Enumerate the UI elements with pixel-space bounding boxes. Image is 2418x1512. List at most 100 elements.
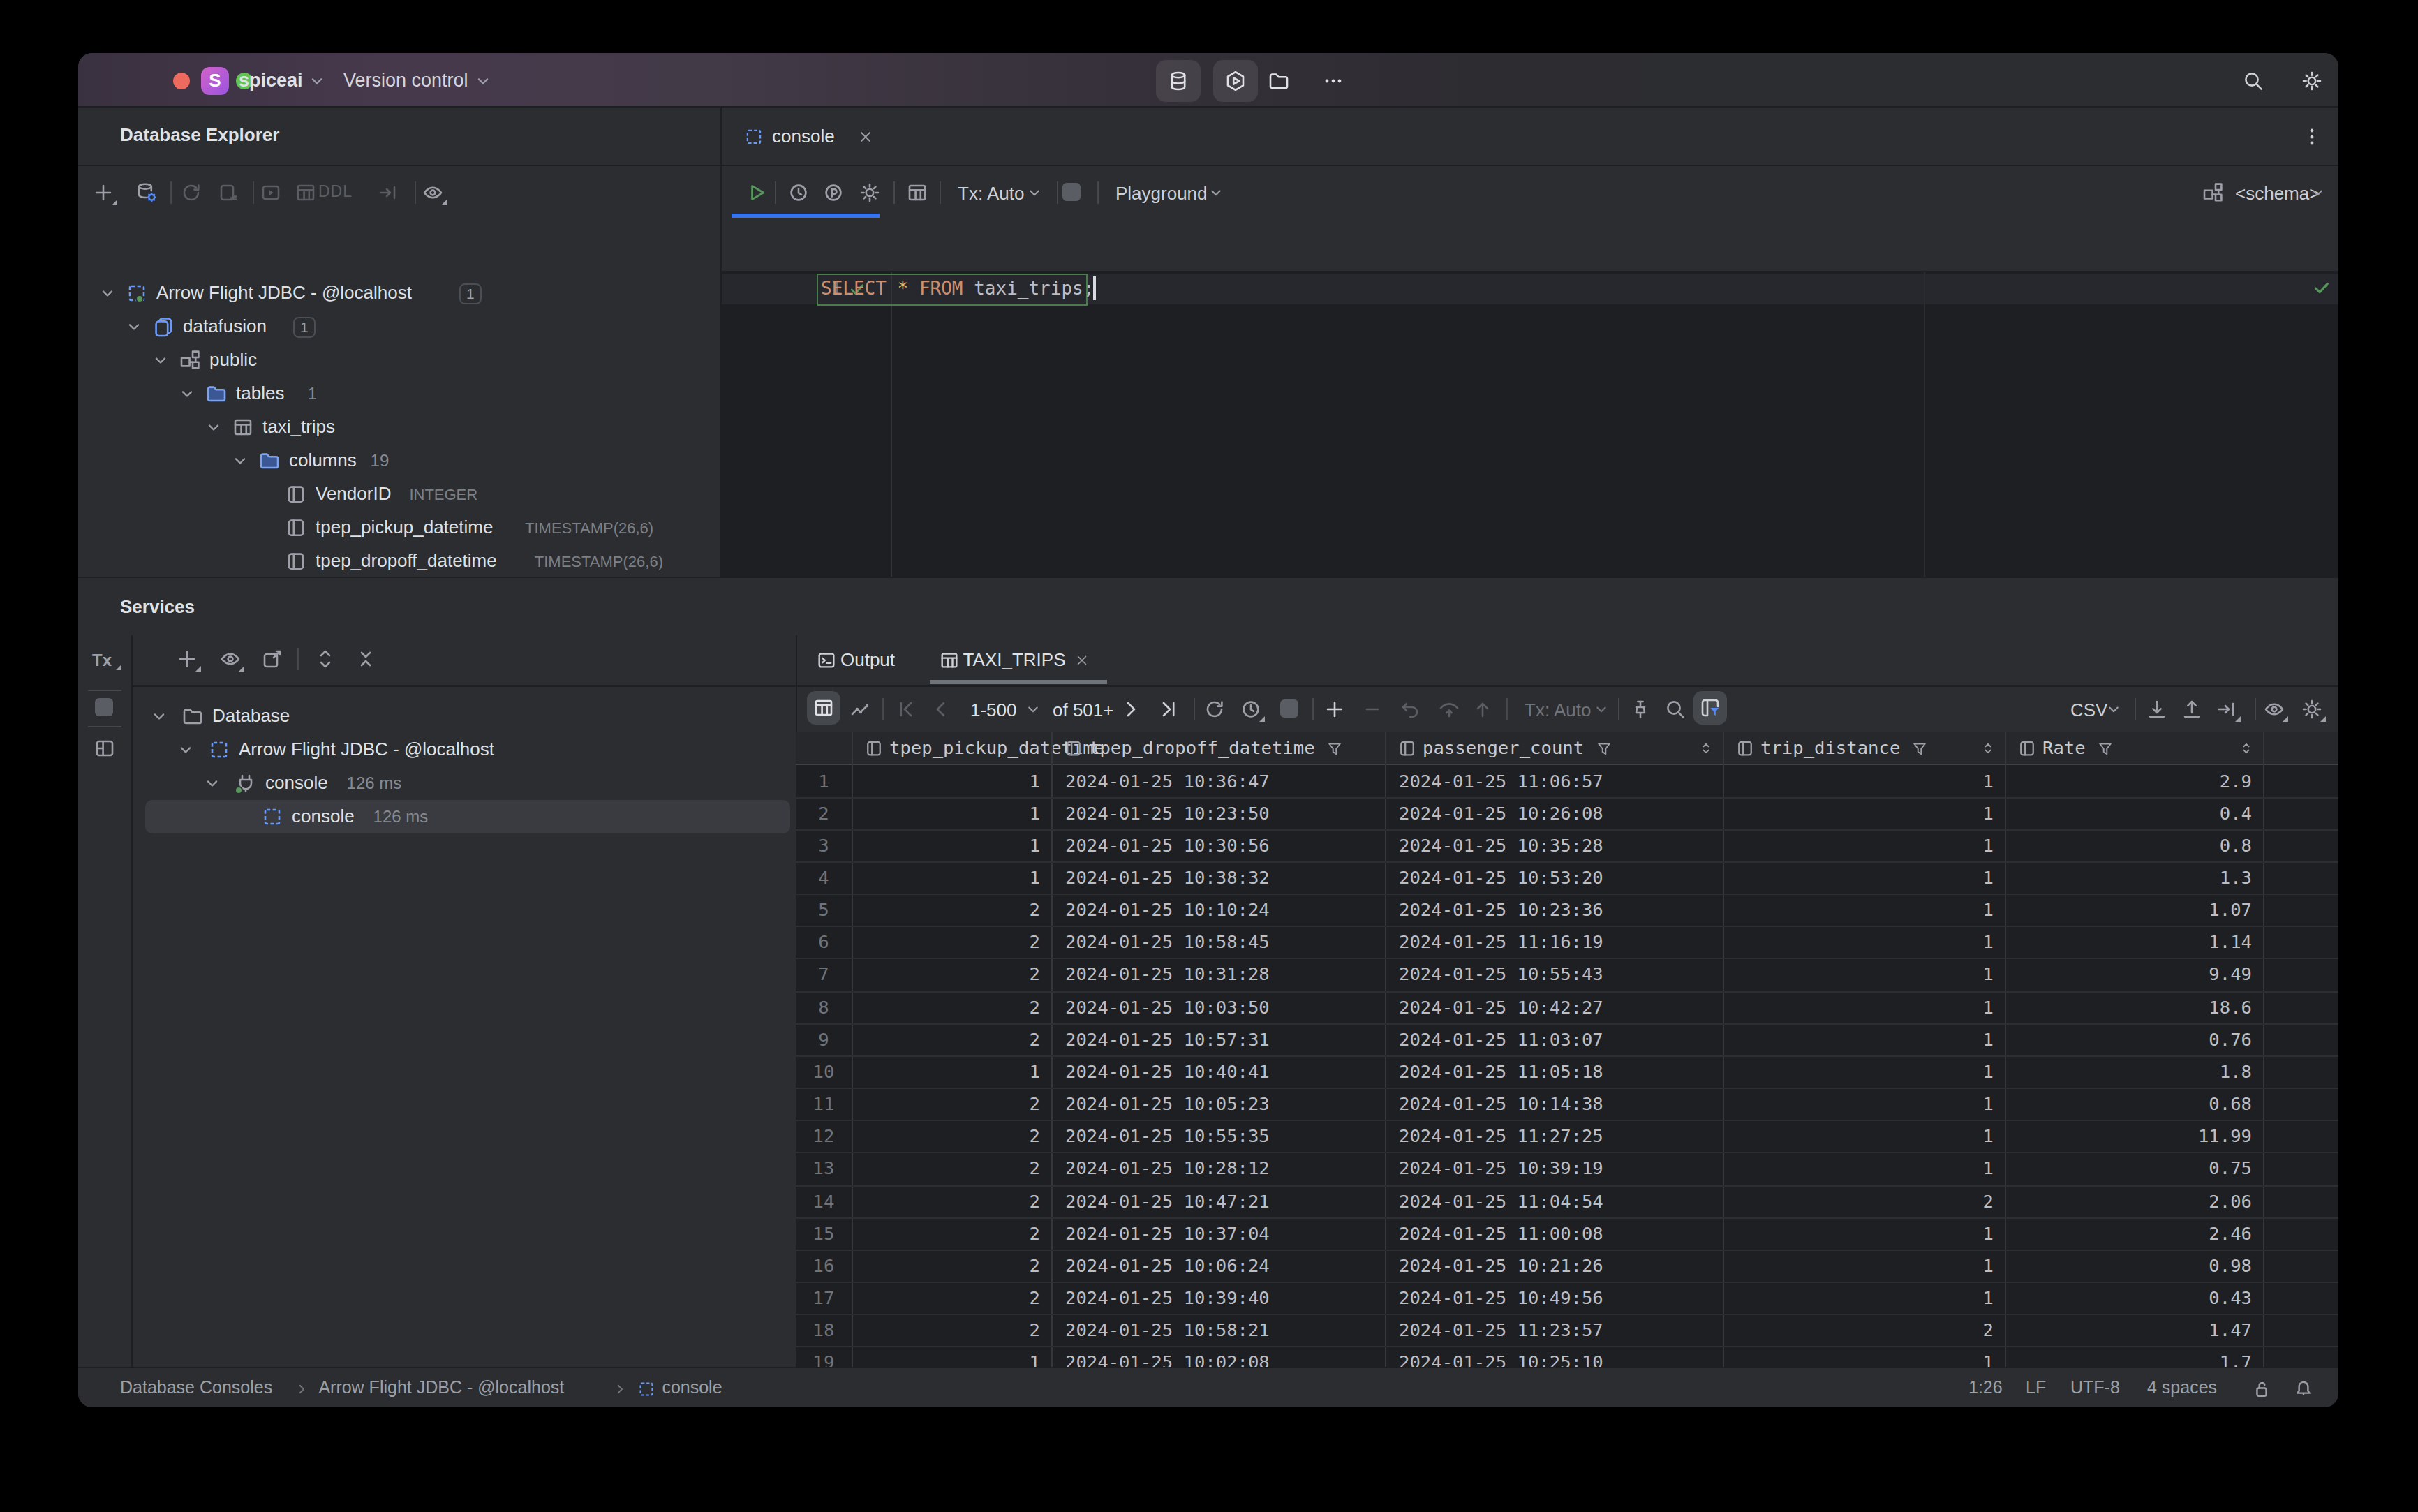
cell[interactable]: 1 [1030, 770, 1040, 791]
table-row[interactable]: 1122024-01-25 10:05:232024-01-25 10:14:3… [796, 1089, 2338, 1121]
cell[interactable]: 1 [1983, 1352, 1994, 1367]
close-window-button[interactable] [172, 72, 189, 89]
cell[interactable]: 1 [1983, 932, 1994, 953]
cell[interactable]: 2024-01-25 10:21:26 [1399, 1255, 1603, 1276]
table-row[interactable]: 1722024-01-25 10:39:402024-01-25 10:49:5… [796, 1283, 2338, 1315]
cell[interactable]: 1 [1983, 835, 1994, 856]
cell[interactable]: 2024-01-25 10:58:45 [1065, 932, 1270, 953]
table-row[interactable]: 412024-01-25 10:38:322024-01-25 10:53:20… [796, 863, 2338, 895]
grid-header-tpep_dropoff_datetime[interactable]: tpep_dropoff_datetime [1051, 732, 1385, 764]
pin-tab-icon[interactable] [1629, 697, 1652, 720]
filter-panel-toggle[interactable] [1693, 691, 1727, 725]
cell[interactable]: 2024-01-25 10:06:24 [1065, 1255, 1270, 1276]
page-range-dropdown[interactable]: 1-500 [970, 699, 1017, 720]
project-folder-icon[interactable] [1268, 69, 1290, 91]
grid-header-passenger_count[interactable]: passenger_count [1385, 732, 1723, 764]
tx-mode-dropdown[interactable]: Tx: Auto [958, 183, 1024, 204]
cell[interactable]: 1 [1030, 867, 1040, 888]
cell[interactable]: 18.6 [2209, 996, 2252, 1017]
detach-session-icon[interactable] [218, 181, 240, 203]
cell[interactable]: 0.98 [2209, 1255, 2252, 1276]
console-tab[interactable]: console [772, 126, 835, 147]
cell[interactable]: 2024-01-25 10:14:38 [1399, 1093, 1603, 1114]
cell[interactable]: 1.47 [2209, 1319, 2252, 1340]
notifications-bell-icon[interactable] [2293, 1378, 2314, 1399]
cell[interactable]: 1 [1030, 835, 1040, 856]
cell[interactable]: 1 [1983, 1093, 1994, 1114]
cell[interactable]: 2 [1030, 964, 1040, 985]
cell[interactable]: 2024-01-25 10:02:08 [1065, 1352, 1270, 1367]
cell[interactable]: 1 [1983, 899, 1994, 920]
cell[interactable]: 1 [1983, 1255, 1994, 1276]
cell[interactable]: 2 [1030, 932, 1040, 953]
cell[interactable]: 2024-01-25 11:03:07 [1399, 1029, 1603, 1050]
results-tab-Output[interactable]: Output [815, 635, 913, 684]
cell[interactable]: 2024-01-25 10:10:24 [1065, 899, 1270, 920]
cell[interactable]: 2024-01-25 10:40:41 [1065, 1061, 1270, 1082]
more-tools-icon[interactable] [1322, 69, 1344, 91]
cell[interactable]: 1 [1030, 1352, 1040, 1367]
cell[interactable]: 2024-01-25 10:31:28 [1065, 964, 1270, 985]
export-format-dropdown[interactable]: CSV [2070, 699, 2107, 720]
cell[interactable]: 2024-01-25 11:04:54 [1399, 1190, 1603, 1211]
cell[interactable]: 2 [1030, 1222, 1040, 1243]
layout-strip-icon[interactable] [94, 737, 116, 759]
cell[interactable]: 2024-01-25 10:36:47 [1065, 770, 1270, 791]
cell[interactable]: 1 [1983, 1061, 1994, 1082]
tree-item-tpep_pickup_datetime[interactable]: tpep_pickup_datetimeTIMESTAMP(26,6) [78, 511, 720, 544]
cell[interactable]: 2024-01-25 10:23:50 [1065, 802, 1270, 823]
preview-changes-icon[interactable] [1438, 697, 1460, 720]
cell[interactable]: 2024-01-25 10:28:12 [1065, 1158, 1270, 1179]
close-tab-icon[interactable] [857, 128, 874, 144]
tree-item-columns[interactable]: columns19 [78, 444, 720, 477]
cell[interactable]: 2024-01-25 10:25:10 [1399, 1352, 1603, 1367]
cell[interactable]: 1 [1983, 1029, 1994, 1050]
add-row-icon[interactable] [1323, 697, 1346, 720]
revert-icon[interactable] [1399, 697, 1421, 720]
cell[interactable]: 2024-01-25 10:35:28 [1399, 835, 1603, 856]
table-row[interactable]: 822024-01-25 10:03:502024-01-25 10:42:27… [796, 992, 2338, 1024]
cell[interactable]: 2024-01-25 10:47:21 [1065, 1190, 1270, 1211]
results-tx-dropdown[interactable]: Tx: Auto [1525, 699, 1591, 720]
cell[interactable]: 2 [1030, 899, 1040, 920]
caret-position[interactable]: 1:26 [1968, 1378, 2003, 1398]
editor-settings-icon[interactable] [859, 181, 881, 203]
parameters-icon[interactable] [822, 181, 845, 203]
breadcrumb-item[interactable]: console [662, 1378, 722, 1398]
cell[interactable]: 2024-01-25 11:00:08 [1399, 1222, 1603, 1243]
table-view-icon[interactable] [906, 181, 928, 203]
table-row[interactable]: 1012024-01-25 10:40:412024-01-25 11:05:1… [796, 1057, 2338, 1089]
cell[interactable]: 2 [1030, 1093, 1040, 1114]
cell[interactable]: 2 [1030, 1255, 1040, 1276]
cell[interactable]: 2024-01-25 10:42:27 [1399, 996, 1603, 1017]
cell[interactable]: 2 [1030, 1319, 1040, 1340]
cell[interactable]: 1 [1983, 770, 1994, 791]
version-control-menu[interactable]: Version control [343, 70, 468, 91]
cell[interactable]: 1.7 [2220, 1352, 2252, 1367]
cell[interactable]: 1.14 [2209, 932, 2252, 953]
cell[interactable]: 1 [1983, 1287, 1994, 1308]
ddl-button[interactable]: DDL [318, 183, 353, 200]
cell[interactable]: 2024-01-25 10:26:08 [1399, 802, 1603, 823]
grid-view-toggle[interactable] [807, 691, 840, 725]
table-row[interactable]: 112024-01-25 10:36:472024-01-25 11:06:57… [796, 766, 2338, 798]
table-row[interactable]: 1822024-01-25 10:58:212024-01-25 11:23:5… [796, 1315, 2338, 1347]
search-icon[interactable] [2242, 69, 2264, 91]
encoding[interactable]: UTF-8 [2070, 1378, 2120, 1398]
cell[interactable]: 2 [1030, 1190, 1040, 1211]
lock-icon[interactable] [2251, 1378, 2272, 1399]
run-icon[interactable] [746, 181, 768, 203]
table-row[interactable]: 1912024-01-25 10:02:082024-01-25 10:25:1… [796, 1348, 2338, 1367]
grid-header-Rate[interactable]: Rate [2005, 732, 2263, 764]
cell[interactable]: 1 [1983, 802, 1994, 823]
cell[interactable]: 2 [1030, 996, 1040, 1017]
cell[interactable]: 2024-01-25 10:30:56 [1065, 835, 1270, 856]
project-menu[interactable]: spiceai [239, 70, 303, 91]
tree-item-public[interactable]: public [78, 343, 720, 377]
service-item-console[interactable]: console126 ms [131, 800, 796, 833]
cell[interactable]: 2024-01-25 10:49:56 [1399, 1287, 1603, 1308]
collapse-all-icon[interactable] [355, 648, 377, 670]
export-data-icon[interactable] [2181, 697, 2203, 720]
next-page-icon[interactable] [1120, 697, 1142, 720]
tree-item-datafusion[interactable]: datafusion1 [78, 310, 720, 343]
